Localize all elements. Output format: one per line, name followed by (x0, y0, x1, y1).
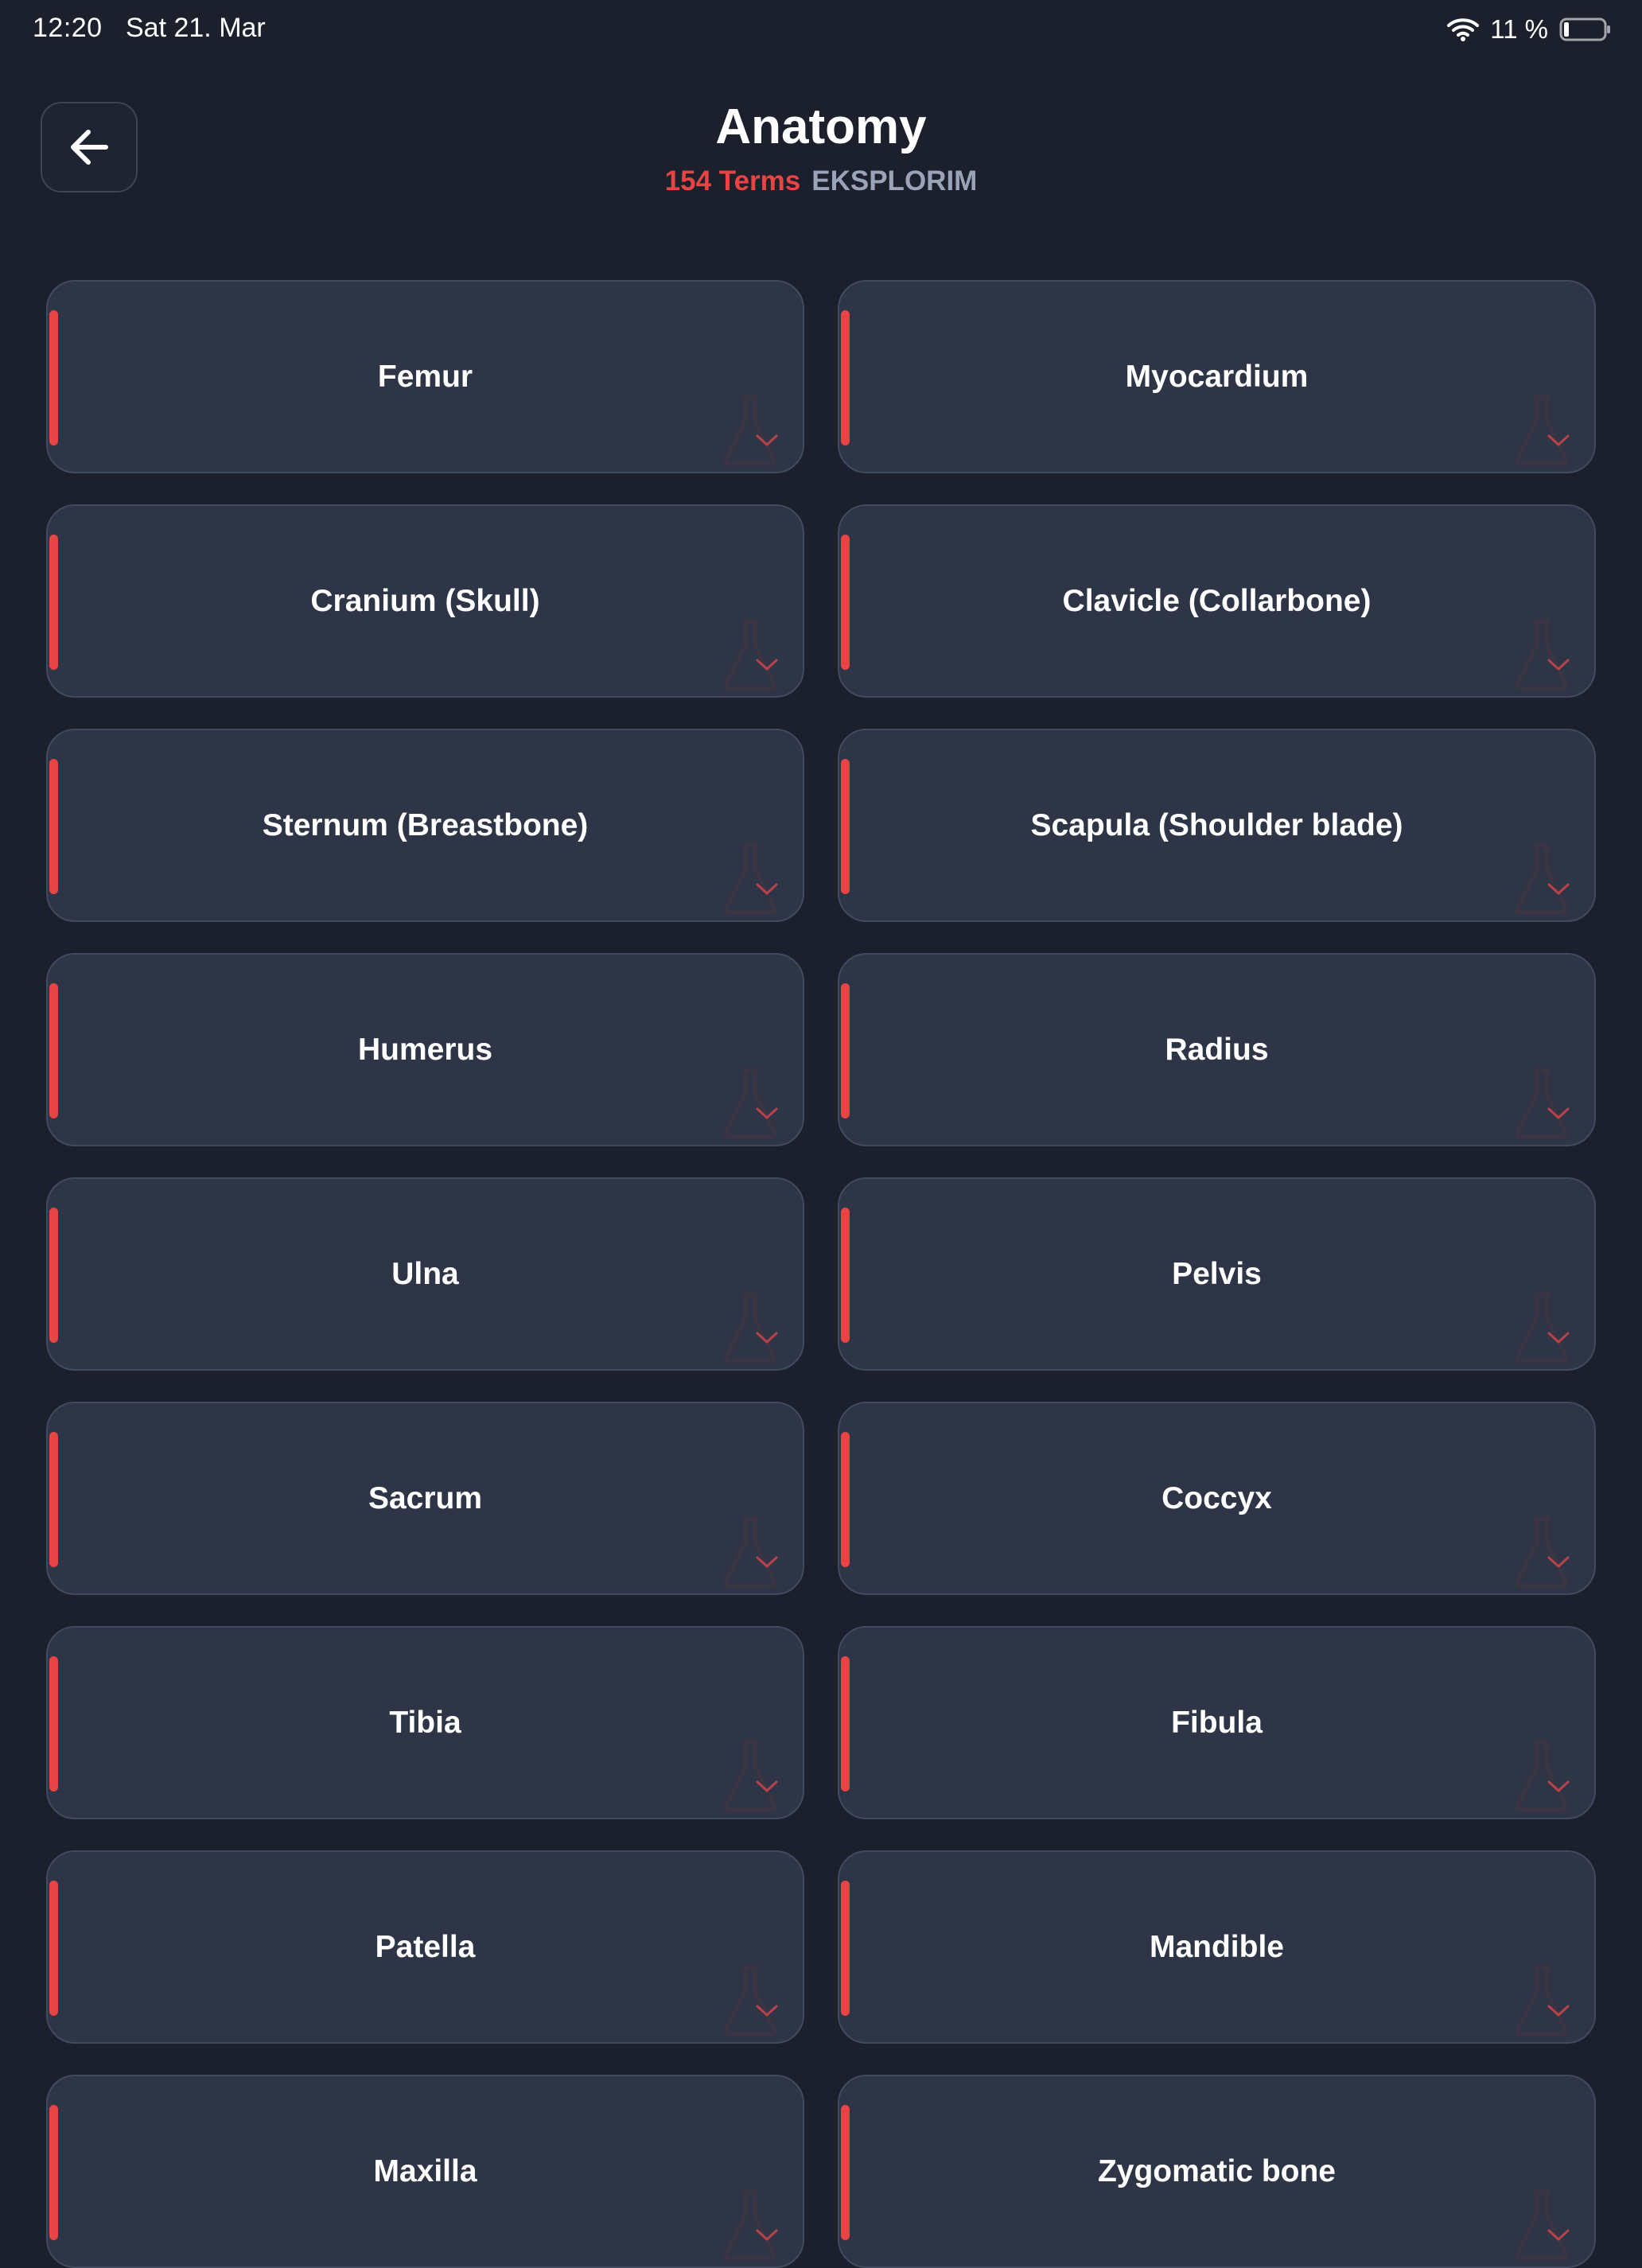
term-label: Clavicle (Collarbone) (1062, 583, 1372, 618)
status-date: Sat 21. Mar (126, 13, 266, 43)
term-card[interactable]: Scapula (Shoulder blade) (838, 729, 1596, 922)
flask-icon (724, 843, 776, 915)
term-label: Patella (375, 1929, 476, 1964)
chevron-down-icon[interactable] (1547, 2004, 1570, 2018)
term-label: Humerus (357, 1032, 493, 1067)
term-label: Fibula (1171, 1705, 1263, 1740)
status-bar: 12:20 Sat 21. Mar 11 % (0, 0, 1642, 59)
term-card[interactable]: Sacrum (46, 1402, 804, 1595)
term-label: Femur (377, 359, 473, 394)
flask-icon (1516, 1741, 1568, 1812)
page-subtitle: 154 Terms EKSPLORIM (0, 165, 1642, 197)
term-card[interactable]: Humerus (46, 953, 804, 1146)
term-card[interactable]: Patella (46, 1850, 804, 2044)
flask-icon (724, 395, 776, 466)
term-label: Tibia (389, 1705, 461, 1740)
chevron-down-icon[interactable] (755, 882, 779, 897)
term-card[interactable]: Mandible (838, 1850, 1596, 2044)
term-label: Scapula (Shoulder blade) (1030, 807, 1403, 842)
flask-icon (1516, 843, 1568, 915)
flask-icon (724, 1292, 776, 1364)
term-card[interactable]: Maxilla (46, 2075, 804, 2268)
chevron-down-icon[interactable] (1547, 882, 1570, 897)
flask-icon (1516, 2189, 1568, 2261)
chevron-down-icon[interactable] (1547, 1780, 1570, 1794)
term-card[interactable]: Zygomatic bone (838, 2075, 1596, 2268)
mode-label: EKSPLORIM (811, 165, 978, 196)
term-card[interactable]: Myocardium (838, 280, 1596, 473)
battery-percentage: 11 % (1490, 14, 1548, 44)
term-label: Ulna (391, 1256, 459, 1291)
chevron-down-icon[interactable] (1547, 2228, 1570, 2243)
term-label: Coccyx (1161, 1480, 1272, 1515)
term-card[interactable]: Pelvis (838, 1177, 1596, 1371)
term-card[interactable]: Coccyx (838, 1402, 1596, 1595)
flask-icon (1516, 1292, 1568, 1364)
status-time: 12:20 (33, 13, 103, 43)
term-label: Mandible (1149, 1929, 1284, 1964)
term-card[interactable]: Fibula (838, 1626, 1596, 1819)
term-label: Sternum (Breastbone) (262, 807, 589, 842)
chevron-down-icon[interactable] (1547, 658, 1570, 672)
chevron-down-icon[interactable] (1547, 434, 1570, 448)
page-title: Anatomy (715, 99, 927, 154)
term-label: Myocardium (1125, 359, 1309, 394)
flask-icon (724, 1516, 776, 1588)
chevron-down-icon[interactable] (755, 1107, 779, 1121)
flask-icon (1516, 619, 1568, 691)
flask-icon (724, 1068, 776, 1139)
flask-icon (1516, 395, 1568, 466)
chevron-down-icon[interactable] (755, 1780, 779, 1794)
term-label: Cranium (Skull) (310, 583, 540, 618)
battery-icon (1559, 18, 1610, 41)
chevron-down-icon[interactable] (1547, 1331, 1570, 1345)
flask-icon (724, 1741, 776, 1812)
term-card[interactable]: Tibia (46, 1626, 804, 1819)
wifi-icon (1447, 18, 1480, 41)
chevron-down-icon[interactable] (755, 1555, 779, 1570)
chevron-down-icon[interactable] (755, 2004, 779, 2018)
term-grid: Femur Myocardium Cranium (Skull) Clavicle (… (46, 280, 1596, 2268)
chevron-down-icon[interactable] (755, 2228, 779, 2243)
term-card[interactable]: Sternum (Breastbone) (46, 729, 804, 922)
chevron-down-icon[interactable] (1547, 1555, 1570, 1570)
term-card[interactable]: Cranium (Skull) (46, 504, 804, 698)
term-label: Radius (1165, 1032, 1269, 1067)
flask-icon (1516, 1516, 1568, 1588)
flask-icon (724, 1965, 776, 2037)
flask-icon (724, 619, 776, 691)
term-label: Zygomatic bone (1097, 2153, 1337, 2188)
term-card[interactable]: Femur (46, 280, 804, 473)
term-card[interactable]: Clavicle (Collarbone) (838, 504, 1596, 698)
flask-icon (724, 2189, 776, 2261)
term-label: Sacrum (368, 1480, 483, 1515)
status-indicators: 11 % (1447, 13, 1612, 46)
term-card[interactable]: Ulna (46, 1177, 804, 1371)
chevron-down-icon[interactable] (755, 434, 779, 448)
term-label: Maxilla (373, 2153, 477, 2188)
flask-icon (1516, 1965, 1568, 2037)
flask-icon (1516, 1068, 1568, 1139)
chevron-down-icon[interactable] (755, 658, 779, 672)
chevron-down-icon[interactable] (755, 1331, 779, 1345)
term-label: Pelvis (1172, 1256, 1262, 1291)
term-count: 154 Terms (664, 165, 801, 196)
chevron-down-icon[interactable] (1547, 1107, 1570, 1121)
term-card[interactable]: Radius (838, 953, 1596, 1146)
